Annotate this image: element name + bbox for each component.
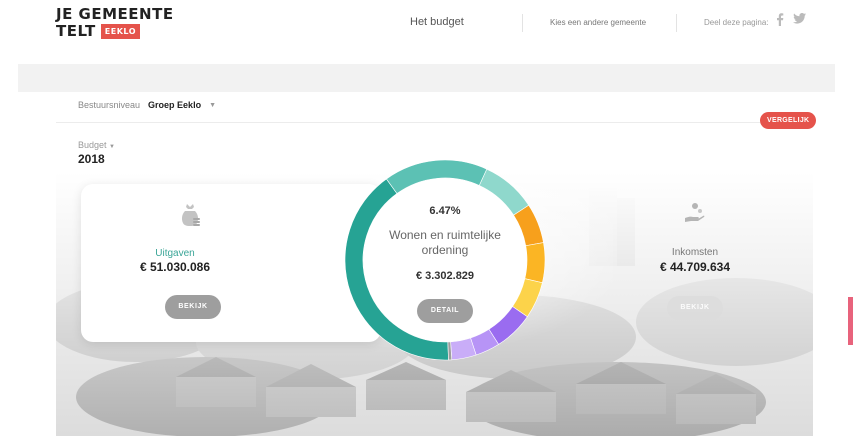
budget-label: Budget bbox=[78, 140, 107, 150]
budget-selector[interactable]: Budget ▼ bbox=[78, 140, 115, 150]
logo-line2: TELT bbox=[56, 22, 96, 40]
nav-divider bbox=[676, 14, 677, 32]
selected-category-name: Wonen en ruimtelijke ordening bbox=[389, 228, 501, 257]
facebook-icon[interactable] bbox=[776, 13, 784, 29]
nav-divider bbox=[522, 14, 523, 32]
budget-year: 2018 bbox=[78, 152, 105, 166]
scroll-position-icon[interactable] bbox=[848, 297, 853, 345]
nav-other-municipality-link[interactable]: Kies een andere gemeente bbox=[550, 18, 646, 27]
selected-amount: € 3.302.829 bbox=[415, 270, 475, 282]
divider bbox=[56, 122, 813, 123]
level-selector[interactable]: Bestuursniveau Groep Eeklo ▼ bbox=[78, 100, 216, 110]
detail-button[interactable]: DETAIL bbox=[417, 299, 473, 323]
logo-badge: EEKLO bbox=[100, 24, 141, 39]
money-bag-icon bbox=[181, 202, 201, 233]
logo-line1: JE GEMEENTE bbox=[56, 5, 174, 23]
compare-button[interactable]: VERGELIJK bbox=[760, 112, 817, 129]
income-amount: € 44.709.634 bbox=[659, 260, 731, 274]
expenses-title: Uitgaven bbox=[155, 248, 195, 259]
level-value[interactable]: Groep Eeklo bbox=[148, 100, 201, 110]
logo[interactable]: JE GEMEENTE TELT EEKLO bbox=[56, 6, 174, 40]
expenses-view-button[interactable]: BEKIJK bbox=[165, 295, 221, 319]
level-label: Bestuursniveau bbox=[78, 100, 141, 110]
chevron-down-icon[interactable]: ▼ bbox=[209, 102, 216, 109]
income-title: Inkomsten bbox=[671, 247, 719, 258]
expenses-amount: € 51.030.086 bbox=[139, 260, 211, 274]
twitter-icon[interactable] bbox=[793, 13, 806, 27]
hand-coin-icon bbox=[684, 202, 706, 229]
nav-budget-link[interactable]: Het budget bbox=[410, 16, 464, 28]
chevron-down-icon: ▼ bbox=[109, 144, 115, 150]
income-view-button[interactable]: BEKIJK bbox=[667, 296, 723, 320]
expenses-card[interactable]: Uitgaven € 51.030.086 BEKIJK bbox=[81, 184, 381, 342]
budget-donut-chart[interactable] bbox=[343, 158, 547, 362]
share-label: Deel deze pagina: bbox=[704, 18, 769, 27]
page: JE GEMEENTE TELT EEKLO Het budget Kies e… bbox=[0, 0, 853, 436]
sub-navigation-band bbox=[18, 64, 835, 92]
selected-percentage: 6.47% bbox=[429, 205, 461, 217]
